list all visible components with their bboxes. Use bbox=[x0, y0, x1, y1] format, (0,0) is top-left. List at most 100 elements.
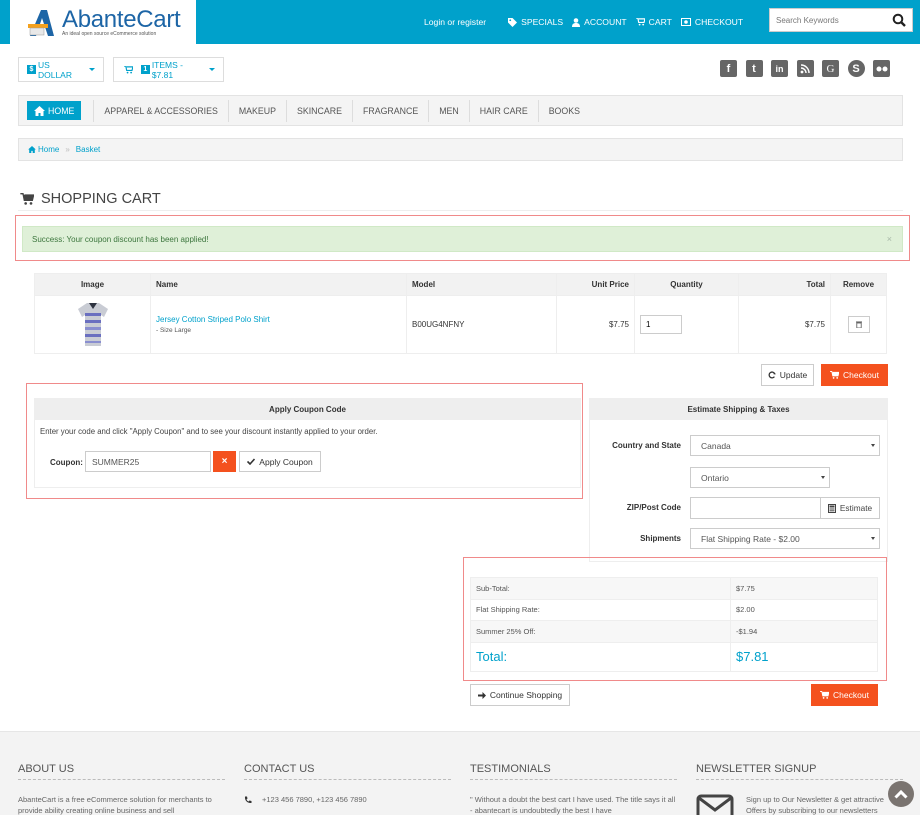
nav-fragrance[interactable]: FRAGRANCE bbox=[351, 99, 428, 122]
checkout-button-top[interactable]: Checkout bbox=[821, 364, 888, 386]
logo[interactable]: AbanteCart An ideal open source eCommerc… bbox=[10, 0, 196, 44]
breadcrumb-separator: » bbox=[65, 145, 70, 154]
twitter-icon[interactable]: t bbox=[745, 60, 763, 77]
currency-dropdown[interactable]: $ US DOLLAR bbox=[18, 57, 104, 82]
testimonials-title: TESTIMONIALS bbox=[470, 763, 677, 780]
total-label: Total: bbox=[470, 641, 731, 672]
country-label: Country and State bbox=[612, 441, 681, 450]
country-select[interactable]: Canada bbox=[690, 435, 880, 456]
chevron-down-icon bbox=[871, 444, 875, 447]
close-icon[interactable]: × bbox=[887, 234, 892, 244]
nav-men[interactable]: MEN bbox=[428, 99, 469, 122]
chevron-up-icon bbox=[894, 789, 908, 799]
google-icon[interactable]: G bbox=[822, 60, 839, 77]
about-text: AbanteCart is a free eCommerce solution … bbox=[18, 795, 212, 815]
breadcrumb-home[interactable]: Home bbox=[38, 145, 59, 154]
search-icon[interactable] bbox=[892, 13, 906, 27]
envelope-icon bbox=[696, 794, 734, 815]
product-image-cell bbox=[34, 295, 151, 354]
flickr-icon[interactable] bbox=[873, 60, 890, 77]
product-link[interactable]: Jersey Cotton Striped Polo Shirt bbox=[156, 315, 401, 324]
nav-skincare[interactable]: SKINCARE bbox=[286, 99, 352, 122]
money-icon bbox=[680, 18, 691, 26]
footer-about: ABOUT US AbanteCart is a free eCommerce … bbox=[18, 763, 225, 815]
footer-contact: CONTACT US +123 456 7890, +123 456 7890 bbox=[244, 763, 451, 805]
contact-title: CONTACT US bbox=[244, 763, 451, 780]
continue-shopping-button[interactable]: Continue Shopping bbox=[470, 684, 570, 706]
close-icon: × bbox=[221, 456, 228, 467]
facebook-icon[interactable]: f bbox=[720, 60, 737, 77]
scroll-to-top-button[interactable] bbox=[888, 781, 914, 807]
product-model: B00UG4NFNY bbox=[406, 295, 557, 354]
account-link[interactable]: ACCOUNT bbox=[572, 17, 627, 27]
zip-input[interactable] bbox=[690, 497, 821, 519]
shipping-panel-title: Estimate Shipping & Taxes bbox=[590, 399, 887, 420]
apply-coupon-button[interactable]: Apply Coupon bbox=[239, 451, 321, 472]
checkout-link[interactable]: CHECKOUT bbox=[680, 17, 743, 27]
social-links: f t in G S bbox=[720, 60, 899, 77]
nav-makeup[interactable]: MAKEUP bbox=[227, 99, 286, 122]
breadcrumb-basket[interactable]: Basket bbox=[76, 145, 100, 154]
nav-books[interactable]: BOOKS bbox=[537, 99, 590, 122]
rss-icon[interactable] bbox=[796, 60, 814, 77]
login-register-link[interactable]: Login or register bbox=[424, 17, 486, 27]
nav-apparel[interactable]: APPAREL & ACCESSORIES bbox=[93, 99, 227, 122]
col-image: Image bbox=[34, 273, 151, 296]
totals-table: Sub-Total: $7.75 Flat Shipping Rate: $2.… bbox=[470, 577, 878, 672]
remove-button[interactable] bbox=[847, 316, 870, 333]
checkout-button-bottom[interactable]: Checkout bbox=[811, 684, 878, 706]
tag-icon bbox=[508, 17, 518, 27]
footer: ABOUT US AbanteCart is a free eCommerce … bbox=[0, 731, 920, 815]
nav-home[interactable]: HOME bbox=[27, 101, 82, 120]
linkedin-icon[interactable]: in bbox=[771, 60, 788, 77]
search-input[interactable] bbox=[770, 9, 880, 31]
product-option: - Size Large bbox=[156, 327, 192, 334]
nav-hair-care[interactable]: HAIR CARE bbox=[468, 99, 538, 122]
total-value: $7.81 bbox=[730, 641, 878, 672]
coupon-panel: Apply Coupon Code Enter your code and cl… bbox=[34, 398, 581, 488]
breadcrumb: Home » Basket bbox=[18, 138, 903, 161]
newsletter-text: Sign up to Our Newsletter & get attracti… bbox=[746, 795, 884, 815]
totals-row-subtotal: Sub-Total: $7.75 bbox=[470, 577, 878, 600]
cart-table: Image Name Model Unit Price Quantity Tot… bbox=[34, 273, 887, 354]
specials-link[interactable]: SPECIALS bbox=[508, 17, 563, 27]
main-nav: HOME APPAREL & ACCESSORIES MAKEUP SKINCA… bbox=[18, 95, 903, 126]
chevron-down-icon bbox=[209, 68, 216, 71]
table-header-row: Image Name Model Unit Price Quantity Tot… bbox=[34, 273, 887, 296]
product-image[interactable] bbox=[76, 301, 110, 347]
quantity-input[interactable] bbox=[640, 315, 682, 334]
coupon-instructions: Enter your code and click "Apply Coupon"… bbox=[40, 427, 378, 436]
about-title: ABOUT US bbox=[18, 763, 225, 780]
arrow-right-icon bbox=[477, 691, 486, 699]
logo-title: AbanteCart bbox=[62, 6, 181, 33]
cart-icon bbox=[635, 18, 645, 26]
shipment-select[interactable]: Flat Shipping Rate - $2.00 bbox=[690, 528, 880, 549]
chevron-down-icon bbox=[89, 68, 95, 71]
skype-icon[interactable]: S bbox=[847, 60, 865, 77]
totals-row-discount: Summer 25% Off: -$1.94 bbox=[470, 620, 878, 643]
cart-count-badge: 1 bbox=[140, 65, 150, 74]
home-icon bbox=[28, 146, 36, 153]
clear-coupon-button[interactable]: × bbox=[213, 451, 236, 472]
estimate-button[interactable]: Estimate bbox=[820, 497, 880, 519]
col-model: Model bbox=[406, 273, 557, 296]
cart-icon bbox=[820, 691, 830, 699]
footer-testimonials: TESTIMONIALS " Without a doubt the best … bbox=[470, 763, 677, 815]
state-select[interactable]: Ontario bbox=[690, 467, 830, 488]
contact-phone: +123 456 7890, +123 456 7890 bbox=[262, 795, 367, 804]
remove-cell bbox=[830, 295, 887, 354]
col-unit-price: Unit Price bbox=[556, 273, 635, 296]
zip-label: ZIP/Post Code bbox=[626, 503, 681, 512]
row-total: $7.75 bbox=[738, 295, 831, 354]
totals-row-total: Total: $7.81 bbox=[470, 641, 878, 672]
dollar-icon: $ bbox=[27, 65, 36, 74]
cart-link[interactable]: CART bbox=[635, 17, 672, 27]
coupon-input[interactable] bbox=[85, 451, 211, 472]
table-row: Jersey Cotton Striped Polo Shirt - Size … bbox=[34, 295, 887, 354]
search-box bbox=[769, 8, 913, 32]
coupon-panel-title: Apply Coupon Code bbox=[35, 399, 580, 420]
col-name: Name bbox=[150, 273, 407, 296]
update-button[interactable]: Update bbox=[761, 364, 814, 386]
shipping-value: $2.00 bbox=[730, 598, 878, 621]
mini-cart-dropdown[interactable]: 1 ITEMS - $7.81 bbox=[113, 57, 224, 82]
